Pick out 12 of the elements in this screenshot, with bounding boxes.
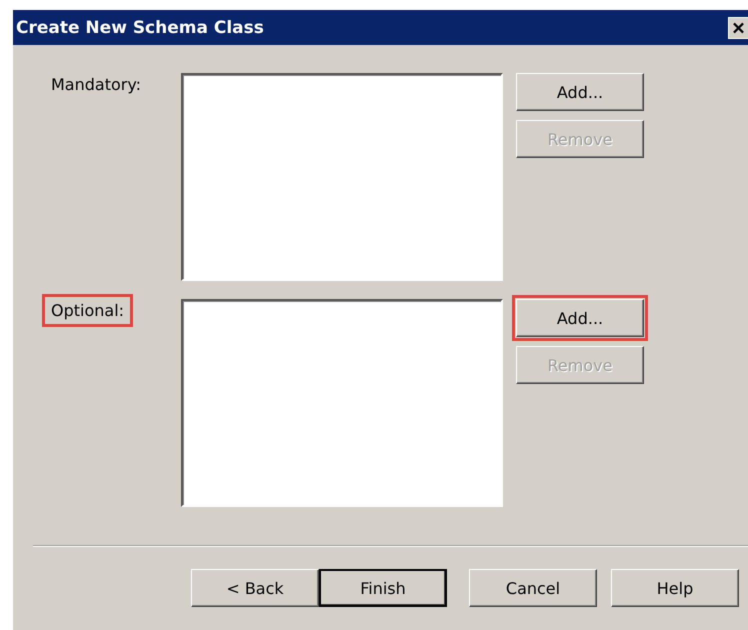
field-label: Optional: (42, 294, 134, 327)
add-button[interactable]: Add... (516, 299, 644, 337)
dialog-button[interactable]: Finish (319, 569, 447, 607)
dialog-button[interactable]: < Back (191, 569, 319, 607)
list-box[interactable] (181, 299, 503, 507)
add-button[interactable]: Add... (516, 73, 644, 111)
close-icon[interactable] (728, 16, 748, 38)
dialog-button[interactable]: Help (611, 569, 739, 607)
field-label: Mandatory: (50, 74, 142, 96)
list-box[interactable] (181, 73, 503, 281)
dialog-button[interactable]: Cancel (469, 569, 597, 607)
window-title: Create New Schema Class (16, 18, 264, 38)
